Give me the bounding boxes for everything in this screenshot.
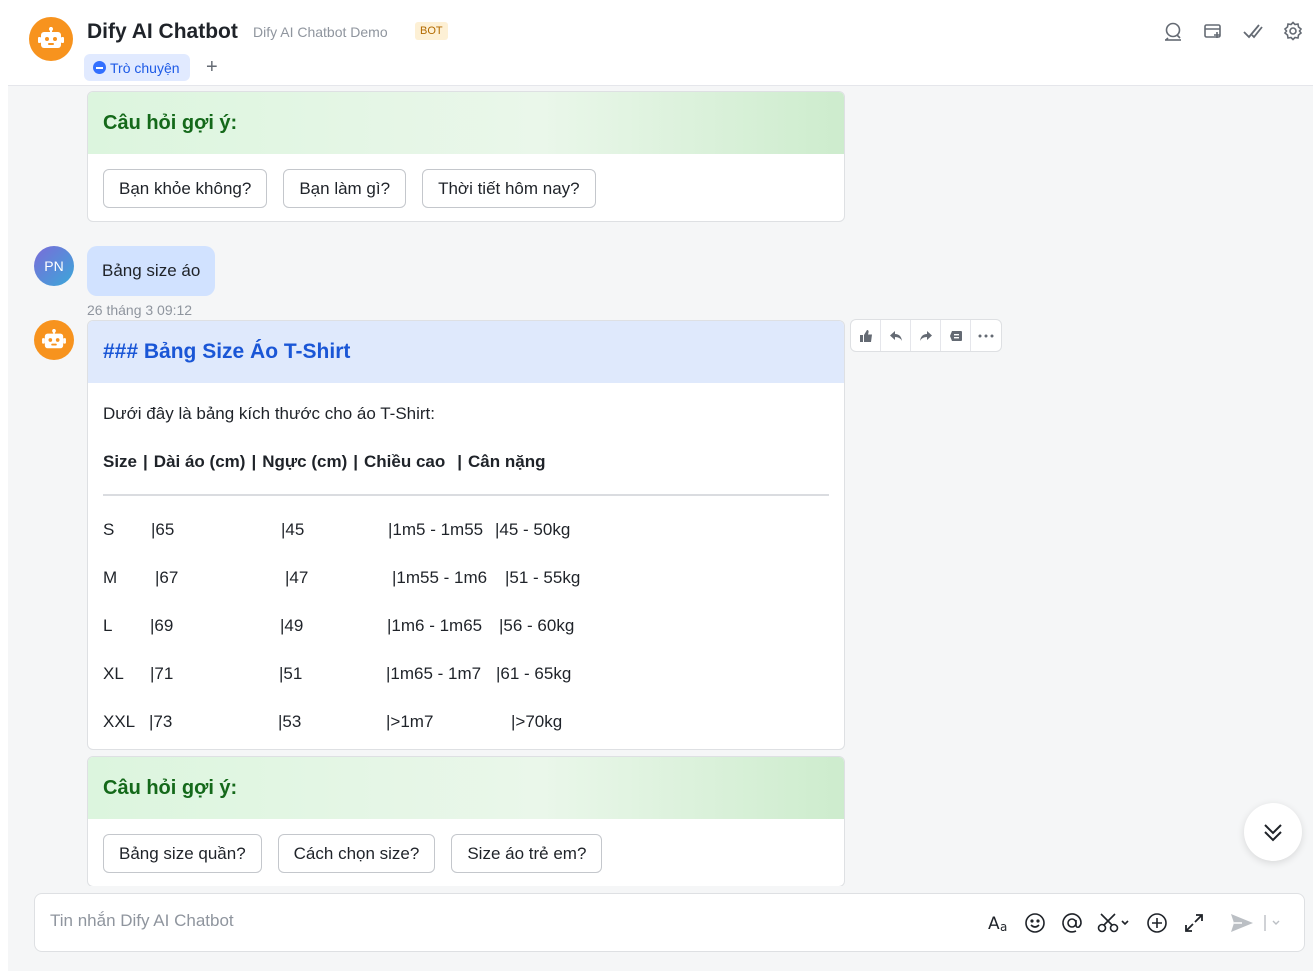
bot-avatar[interactable] — [29, 17, 73, 61]
suggestion-button[interactable]: Cách chọn size? — [277, 834, 436, 873]
user-message[interactable]: Bảng size áo — [87, 246, 216, 296]
cell-length: |73 — [149, 712, 173, 731]
cell-height: |1m55 - 1m6 — [392, 568, 488, 587]
header-separator: | — [457, 452, 463, 471]
cell-weight: |61 - 65kg — [496, 664, 572, 683]
chat-area[interactable]: Câu hỏi gợi ý: Bạn khỏe không? Bạn làm g… — [8, 86, 1313, 886]
cell-weight: |45 - 50kg — [495, 520, 571, 539]
robot-icon — [38, 27, 64, 48]
tab-chat[interactable]: Trò chuyện — [84, 54, 190, 81]
message-input-box[interactable]: Aa — [34, 893, 1305, 952]
suggestion-heading: Câu hỏi gợi ý: — [88, 757, 844, 819]
cell-weight: |56 - 60kg — [499, 616, 575, 635]
answer-heading: ### Bảng Size Áo T-Shirt — [88, 321, 844, 383]
suggestion-button[interactable]: Size áo trẻ em? — [451, 834, 603, 873]
message-input[interactable] — [50, 911, 950, 931]
cell-height: |1m5 - 1m55 — [388, 520, 484, 539]
cell-weight: |>70kg — [511, 712, 563, 731]
cell-height: |1m65 - 1m7 — [386, 664, 482, 683]
user-avatar[interactable]: PN — [34, 246, 74, 286]
bot-badge: BOT — [415, 22, 448, 40]
header-cell: Chiều cao — [364, 452, 446, 471]
more-icon[interactable] — [971, 320, 1001, 351]
bot-avatar[interactable] — [34, 320, 74, 360]
cell-size: XL — [103, 664, 124, 683]
search-chat-icon[interactable] — [1162, 20, 1184, 42]
forward-icon[interactable] — [911, 320, 941, 351]
emoji-icon[interactable] — [1023, 911, 1047, 935]
table-row: S |65 |45 |1m5 - 1m55 |45 - 50kg — [103, 496, 829, 544]
mention-icon[interactable] — [1060, 911, 1084, 935]
add-tab-icon[interactable] — [1202, 20, 1224, 42]
svg-text:A: A — [988, 914, 1000, 933]
cell-chest: |49 — [280, 616, 304, 635]
send-options-chevron-icon[interactable] — [1261, 911, 1287, 935]
suggestion-heading: Câu hỏi gợi ý: — [88, 92, 844, 154]
cell-length: |67 — [155, 568, 179, 587]
cell-weight: |51 - 55kg — [505, 568, 581, 587]
add-tab-button[interactable]: + — [206, 54, 218, 81]
cell-length: |71 — [150, 664, 174, 683]
cell-chest: |53 — [278, 712, 302, 731]
table-row: XL |71 |51 |1m65 - 1m7 |61 - 65kg — [103, 640, 829, 688]
thumbs-up-icon[interactable] — [851, 320, 881, 351]
send-icon[interactable] — [1229, 911, 1255, 935]
cell-size: M — [103, 568, 118, 587]
suggestion-button[interactable]: Bảng size quần? — [103, 834, 262, 873]
scroll-to-bottom-button[interactable] — [1244, 803, 1302, 861]
size-table-header: Size | Dài áo (cm) | Ngực (cm) | Chiều c… — [103, 451, 829, 473]
expand-icon[interactable] — [1182, 911, 1206, 935]
chat-subtitle: Dify AI Chatbot Demo — [253, 24, 388, 40]
bot-answer-card[interactable]: ### Bảng Size Áo T-Shirt Dưới đây là bản… — [87, 320, 845, 750]
settings-gear-icon[interactable] — [1282, 20, 1304, 42]
cell-chest: |51 — [279, 664, 303, 683]
header-separator: | — [143, 452, 148, 471]
message-timestamp: 26 tháng 3 09:12 — [87, 302, 193, 318]
header-cell: Ngực (cm) — [262, 452, 348, 471]
chat-bubble-icon — [93, 61, 106, 74]
add-circle-icon[interactable] — [1145, 911, 1169, 935]
cell-length: |69 — [150, 616, 174, 635]
message-actions — [850, 319, 1002, 352]
svg-text:a: a — [1000, 920, 1007, 933]
suggestion-card-bottom: Câu hỏi gợi ý: Bảng size quần? Cách chọn… — [87, 756, 845, 886]
suggestion-button[interactable]: Thời tiết hôm nay? — [422, 169, 596, 208]
suggestion-button[interactable]: Bạn làm gì? — [283, 169, 407, 208]
table-row: XXL |73 |53 |>1m7 |>70kg — [103, 688, 829, 736]
header-separator: | — [353, 452, 359, 471]
tab-chat-label: Trò chuyện — [110, 59, 180, 76]
cell-chest: |45 — [281, 520, 305, 539]
cell-height: |>1m7 — [386, 712, 434, 731]
chat-header: Dify AI Chatbot Dify AI Chatbot Demo BOT… — [8, 0, 1313, 86]
suggestion-card-top: Câu hỏi gợi ý: Bạn khỏe không? Bạn làm g… — [87, 91, 845, 222]
cell-length: |65 — [151, 520, 175, 539]
cell-height: |1m6 - 1m65 — [387, 616, 483, 635]
cell-size: S — [103, 520, 115, 539]
cell-size: XXL — [103, 712, 136, 731]
table-row: M |67 |47 |1m55 - 1m6 |51 - 55kg — [103, 544, 829, 592]
cell-chest: |47 — [285, 568, 309, 587]
answer-intro: Dưới đây là bảng kích thước cho áo T-Shi… — [103, 404, 436, 423]
mark-read-icon[interactable] — [1242, 20, 1264, 42]
cell-size: L — [103, 616, 113, 635]
text-format-icon[interactable]: Aa — [987, 911, 1013, 935]
double-chevron-down-icon — [1264, 824, 1282, 842]
quote-icon[interactable] — [941, 320, 971, 351]
table-row: L |69 |49 |1m6 - 1m65 |56 - 60kg — [103, 592, 829, 640]
reply-icon[interactable] — [881, 320, 911, 351]
header-cell: Size — [103, 452, 138, 471]
suggestion-button[interactable]: Bạn khỏe không? — [103, 169, 268, 208]
header-cell: Cân nặng — [468, 452, 546, 471]
header-cell: Dài áo (cm) — [153, 452, 246, 471]
header-separator: | — [251, 452, 257, 471]
composer: Aa — [8, 886, 1313, 971]
screenshot-scissors-icon[interactable] — [1097, 911, 1131, 935]
chat-title: Dify AI Chatbot — [87, 20, 238, 43]
robot-icon — [42, 329, 66, 349]
